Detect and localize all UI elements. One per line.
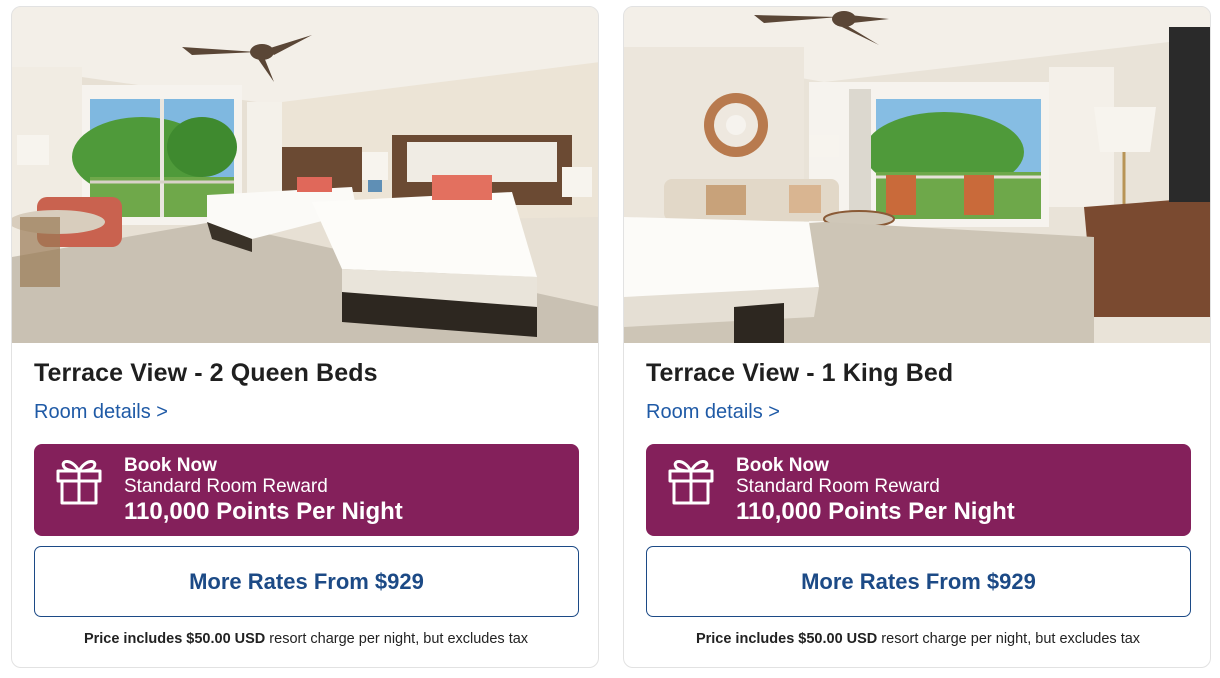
gift-icon bbox=[56, 460, 102, 505]
price-note: Price includes $50.00 USD resort charge … bbox=[624, 631, 1210, 647]
price-note-resort-charge: Price includes $50.00 USD bbox=[83, 631, 266, 647]
points-per-night: 110,000 Points Per Night bbox=[736, 498, 1015, 525]
book-now-label: Book Now bbox=[124, 455, 217, 476]
reward-type-label: Standard Room Reward bbox=[124, 476, 328, 497]
room-title: Terrace View - 2 Queen Beds bbox=[34, 359, 378, 387]
book-now-points-button[interactable]: Book Now Standard Room Reward 110,000 Po… bbox=[34, 444, 579, 536]
room-details-link[interactable]: Room details > bbox=[34, 401, 168, 424]
room-title: Terrace View - 1 King Bed bbox=[646, 359, 954, 387]
room-photo-king[interactable] bbox=[624, 7, 1210, 343]
room-card-king: Terrace View - 1 King Bed Room details >… bbox=[623, 6, 1211, 668]
price-note: Price includes $50.00 USD resort charge … bbox=[12, 631, 598, 647]
more-rates-button[interactable]: More Rates From $929 bbox=[34, 546, 579, 617]
gift-icon bbox=[668, 460, 714, 505]
book-now-label: Book Now bbox=[736, 455, 829, 476]
price-note-text: resort charge per night, but excludes ta… bbox=[265, 631, 529, 647]
room-photo-queen[interactable] bbox=[12, 7, 598, 343]
price-note-resort-charge: Price includes $50.00 USD bbox=[695, 631, 878, 647]
price-note-text: resort charge per night, but excludes ta… bbox=[877, 631, 1141, 647]
book-now-points-button[interactable]: Book Now Standard Room Reward 110,000 Po… bbox=[646, 444, 1191, 536]
points-per-night: 110,000 Points Per Night bbox=[124, 498, 403, 525]
room-card-queen: Terrace View - 2 Queen Beds Room details… bbox=[11, 6, 599, 668]
more-rates-button[interactable]: More Rates From $929 bbox=[646, 546, 1191, 617]
room-details-link[interactable]: Room details > bbox=[646, 401, 780, 424]
reward-type-label: Standard Room Reward bbox=[736, 476, 940, 497]
